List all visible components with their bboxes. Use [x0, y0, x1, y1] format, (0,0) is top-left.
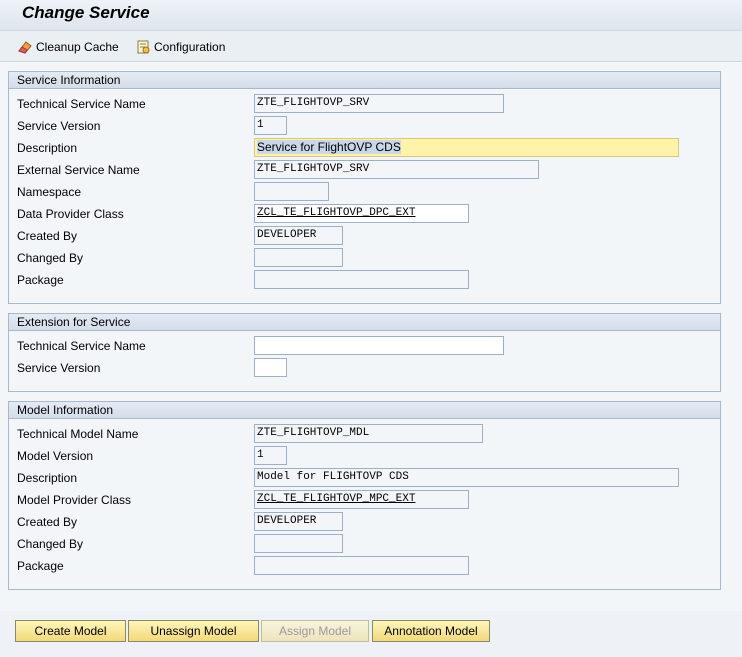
service-information-group: Service Information Technical Service Na… [8, 71, 721, 304]
form-row: Created By DEVELOPER [9, 512, 720, 532]
form-row: Data Provider Class ZCL_TE_FLIGHTOVP_DPC… [9, 204, 720, 224]
extension-for-service-group: Extension for Service Technical Service … [8, 313, 721, 392]
group-title: Model Information [9, 402, 720, 419]
eraser-icon [17, 39, 33, 55]
field-label: Service Version [17, 361, 101, 375]
package-field [254, 270, 469, 289]
form-row: Technical Service Name [9, 336, 720, 356]
form-row: Model Provider Class ZCL_TE_FLIGHTOVP_MP… [9, 490, 720, 510]
data-provider-class-link[interactable]: ZCL_TE_FLIGHTOVP_DPC_EXT [257, 207, 415, 219]
form-row: Service Version 1 [9, 116, 720, 136]
extension-service-version-input[interactable] [254, 358, 287, 377]
created-by-field: DEVELOPER [254, 226, 343, 245]
model-changed-by-field [254, 534, 343, 553]
field-label: Package [17, 273, 64, 287]
model-information-group: Model Information Technical Model Name Z… [8, 401, 721, 590]
model-description-field: Model for FLIGHTOVP CDS [254, 468, 679, 487]
field-label: Description [17, 141, 78, 155]
field-label: Technical Service Name [17, 97, 146, 111]
field-label: Service Version [17, 119, 101, 133]
model-package-field [254, 556, 469, 575]
toolbar: Cleanup Cache Configuration [0, 30, 742, 62]
field-label: Namespace [17, 185, 82, 199]
field-label: Technical Model Name [17, 427, 139, 441]
data-provider-class-field[interactable]: ZCL_TE_FLIGHTOVP_DPC_EXT [254, 204, 469, 223]
external-service-name-field: ZTE_FLIGHTOVP_SRV [254, 160, 539, 179]
technical-service-name-field: ZTE_FLIGHTOVP_SRV [254, 94, 504, 113]
create-model-button[interactable]: Create Model [15, 620, 126, 642]
field-label: Data Provider Class [17, 207, 124, 221]
form-row: External Service Name ZTE_FLIGHTOVP_SRV [9, 160, 720, 180]
annotation-model-button[interactable]: Annotation Model [372, 620, 490, 642]
form-row: Namespace [9, 182, 720, 202]
field-label: Created By [17, 515, 78, 529]
field-label: Package [17, 559, 64, 573]
service-version-field: 1 [254, 116, 287, 135]
form-row: Changed By [9, 248, 720, 268]
form-row: Model Version 1 [9, 446, 720, 466]
namespace-field [254, 182, 329, 201]
field-label: Technical Service Name [17, 339, 146, 353]
field-label: External Service Name [17, 163, 140, 177]
content-area: Service Information Technical Service Na… [0, 62, 742, 657]
field-label: Changed By [17, 251, 84, 265]
model-version-field: 1 [254, 446, 287, 465]
model-created-by-field: DEVELOPER [254, 512, 343, 531]
form-row: Description Model for FLIGHTOVP CDS [9, 468, 720, 488]
extension-technical-service-name-input[interactable] [254, 336, 504, 355]
form-row: Package [9, 556, 720, 576]
unassign-model-button[interactable]: Unassign Model [128, 620, 259, 642]
field-label: Model Version [17, 449, 94, 463]
technical-model-name-field: ZTE_FLIGHTOVP_MDL [254, 424, 483, 443]
form-row: Created By DEVELOPER [9, 226, 720, 246]
cleanup-cache-label: Cleanup Cache [36, 40, 119, 54]
form-row: Service Version [9, 358, 720, 378]
form-row: Description Service for FlightOVP CDS [9, 138, 720, 158]
button-bar: Create Model Unassign Model Assign Model… [0, 611, 742, 657]
field-label: Description [17, 471, 78, 485]
title-bar: Change Service [0, 0, 742, 30]
form-row: Package [9, 270, 720, 290]
form-row: Technical Model Name ZTE_FLIGHTOVP_MDL [9, 424, 720, 444]
field-label: Changed By [17, 537, 84, 551]
changed-by-field [254, 248, 343, 267]
configuration-button[interactable]: Configuration [135, 37, 225, 57]
description-text: Service for FlightOVP CDS [257, 140, 401, 154]
page-title: Change Service [22, 3, 150, 22]
config-icon [135, 39, 151, 55]
cleanup-cache-button[interactable]: Cleanup Cache [17, 37, 119, 57]
service-description-field[interactable]: Service for FlightOVP CDS [254, 138, 679, 157]
model-provider-class-field: ZCL_TE_FLIGHTOVP_MPC_EXT [254, 490, 469, 509]
group-title: Service Information [9, 72, 720, 89]
configuration-label: Configuration [154, 40, 226, 54]
form-row: Changed By [9, 534, 720, 554]
field-label: Created By [17, 229, 78, 243]
form-row: Technical Service Name ZTE_FLIGHTOVP_SRV [9, 94, 720, 114]
group-title: Extension for Service [9, 314, 720, 331]
field-label: Model Provider Class [17, 493, 132, 507]
model-provider-class-link[interactable]: ZCL_TE_FLIGHTOVP_MPC_EXT [257, 493, 415, 505]
assign-model-button: Assign Model [261, 620, 369, 642]
